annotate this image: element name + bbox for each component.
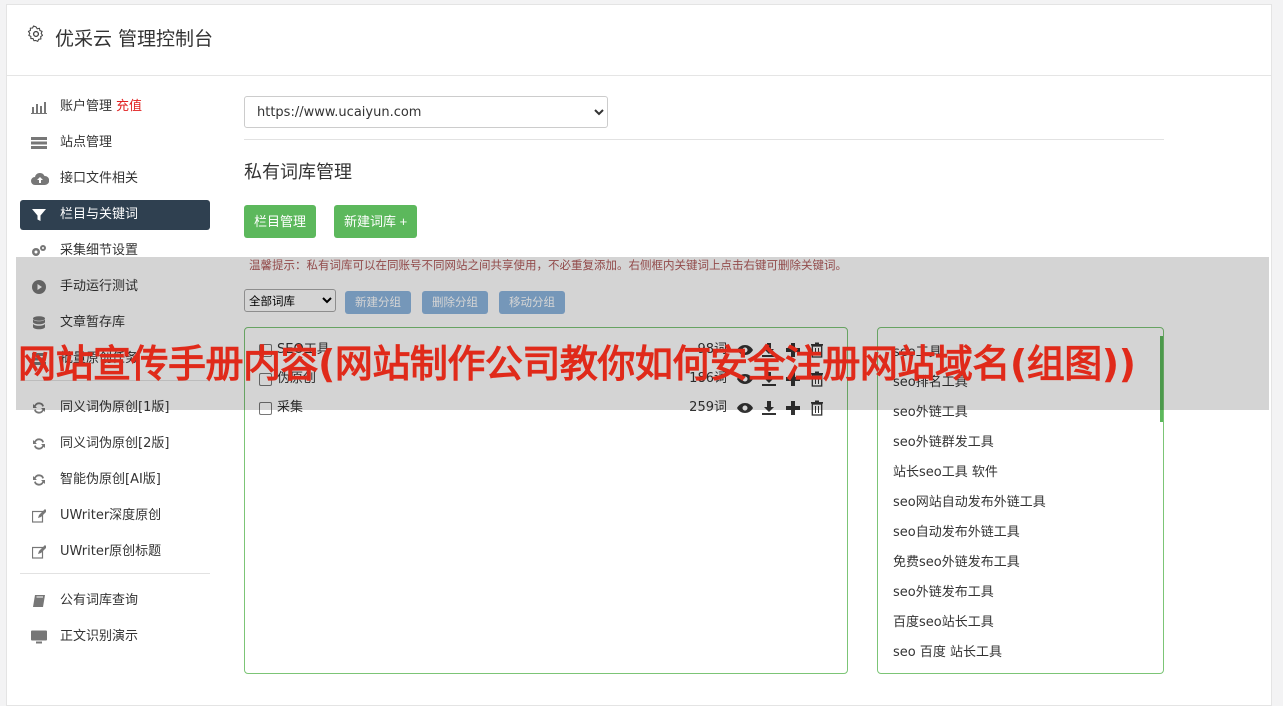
cloud-upload-icon [31, 172, 50, 186]
keyword-item[interactable]: 百度seo站长工具 [893, 608, 994, 638]
sidebar-item-uwriter-title[interactable]: UWriter原创标题 [20, 537, 210, 567]
gear-icon [27, 25, 44, 42]
content-divider [244, 139, 1164, 140]
refresh-icon [31, 473, 47, 487]
site-select[interactable]: https://www.ucaiyun.com [244, 96, 608, 128]
sidebar-divider [20, 573, 210, 574]
sidebar-item-text-recognition[interactable]: 正文识别演示 [20, 622, 210, 652]
new-lib-button[interactable]: 新建词库 + [334, 205, 418, 238]
sidebar-item-label: UWriter深度原创 [60, 508, 162, 523]
gears-icon [31, 244, 47, 258]
sidebar-item-label: 站点管理 [60, 135, 113, 150]
sidebar-item-sites[interactable]: 站点管理 [20, 128, 210, 158]
sidebar-item-label: 智能伪原创[AI版] [60, 472, 161, 487]
keyword-item[interactable]: seo外链群发工具 [893, 428, 994, 458]
sidebar-item-label: 公有词库查询 [60, 593, 139, 608]
keyword-item[interactable]: seo自动发布外链工具 [893, 518, 1020, 548]
sidebar-item-label: 接口文件相关 [60, 171, 139, 186]
overlay-title: 网站宣传手册内容(网站制作公司教你如何安全注册网站域名(组图)) [18, 342, 1136, 386]
sidebar-item-synonym-v2[interactable]: 同义词伪原创[2版] [20, 429, 210, 459]
sidebar-item-label: 同义词伪原创[2版] [60, 436, 170, 451]
edit-icon [31, 509, 47, 523]
sidebar-item-label: UWriter原创标题 [60, 544, 162, 559]
keyword-item[interactable]: seo 百度 站长工具 [893, 638, 1002, 668]
sidebar-item-label: 栏目与关键词 [60, 207, 139, 222]
filter-icon [31, 208, 47, 222]
column-manage-button[interactable]: 栏目管理 [244, 205, 317, 238]
sidebar-item-columns-keywords[interactable]: 栏目与关键词 [20, 200, 210, 230]
edit-icon [31, 545, 47, 559]
sidebar-item-ai-original[interactable]: 智能伪原创[AI版] [20, 465, 210, 495]
keyword-item[interactable]: 免费seo外链发布工具 [893, 548, 1020, 578]
keyword-item[interactable]: seo网站自动发布外链工具 [893, 488, 1046, 518]
recharge-link[interactable]: 充值 [116, 99, 142, 114]
monitor-icon [31, 630, 47, 644]
sidebar-item-uwriter-deep[interactable]: UWriter深度原创 [20, 501, 210, 531]
sidebar-item-label: 采集细节设置 [60, 243, 139, 258]
refresh-icon [31, 437, 47, 451]
server-icon [31, 136, 47, 150]
sidebar-item-public-lib[interactable]: 公有词库查询 [20, 586, 210, 616]
sidebar-item-account[interactable]: 账户管理 充值 [20, 92, 210, 122]
header: 优采云 管理控制台 [7, 5, 1271, 76]
bar-chart-icon [31, 100, 47, 114]
keyword-item[interactable]: seo外链发布工具 [893, 578, 994, 608]
page-title: 优采云 管理控制台 [55, 28, 214, 50]
section-title: 私有词库管理 [244, 162, 352, 183]
sidebar-item-label: 正文识别演示 [60, 629, 139, 644]
sidebar-item-label: 账户管理 [60, 99, 113, 114]
book-icon [31, 594, 47, 608]
sidebar-item-interface-files[interactable]: 接口文件相关 [20, 164, 210, 194]
keyword-item[interactable]: 站长seo工具 软件 [893, 458, 998, 488]
